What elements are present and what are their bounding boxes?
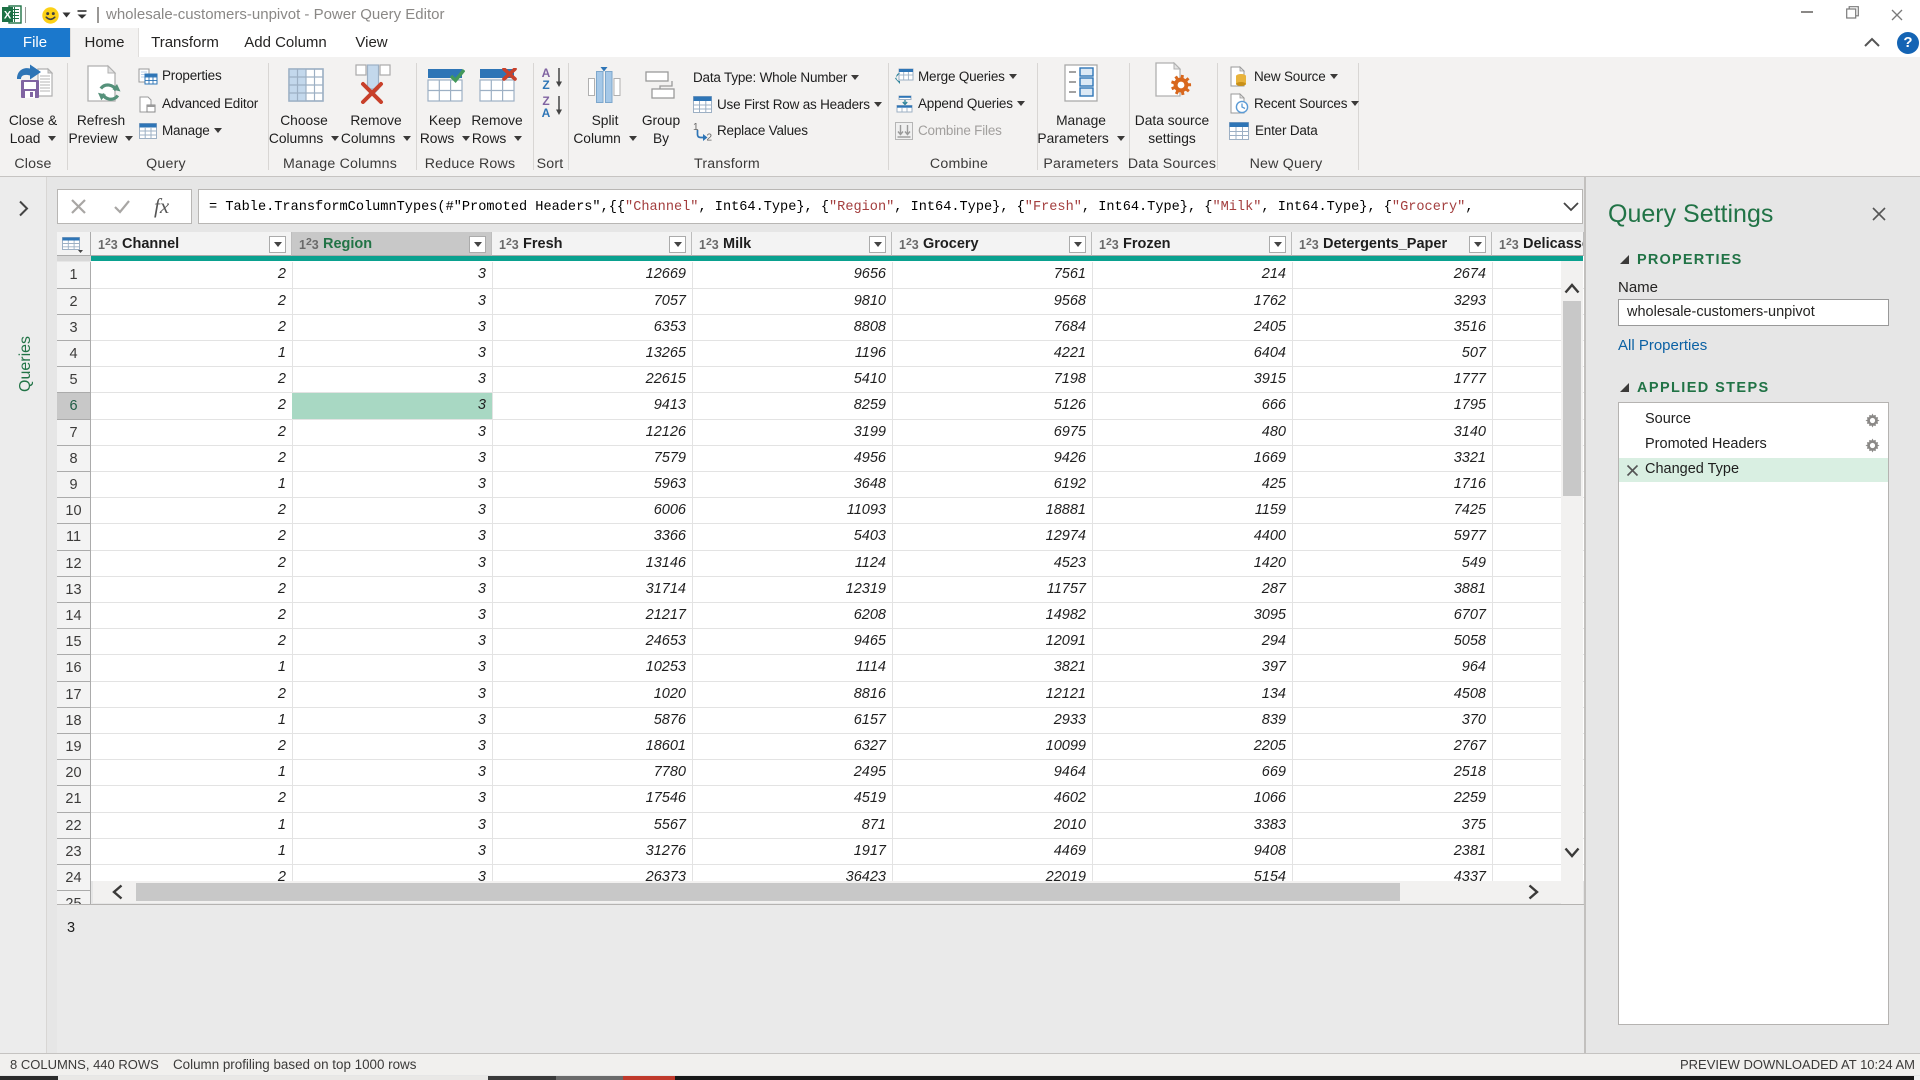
svg-text:X: X [4, 10, 12, 22]
svg-text:A: A [542, 106, 551, 118]
svg-text:Z: Z [542, 78, 549, 92]
svg-text:2: 2 [707, 133, 713, 142]
